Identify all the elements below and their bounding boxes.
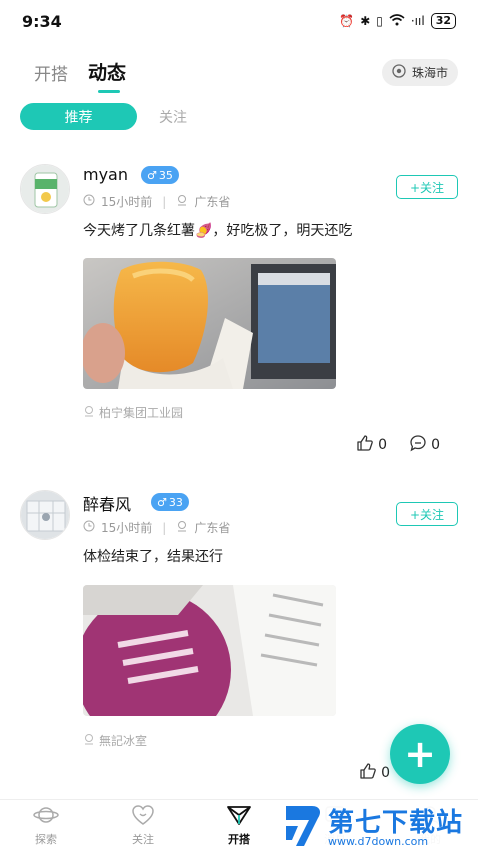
post-meta: 15小时前 | 广东省: [83, 193, 230, 210]
top-tabs: 开搭 动态: [34, 58, 126, 93]
like-button[interactable]: 0: [359, 762, 390, 784]
post-image[interactable]: [83, 585, 336, 716]
nav-label: 开搭: [228, 833, 250, 846]
like-count: 0: [381, 765, 390, 781]
location-label: 珠海市: [411, 66, 448, 80]
planet-icon: [33, 804, 59, 829]
like-count: 0: [378, 437, 388, 453]
like-button[interactable]: 0: [356, 434, 387, 456]
post-meta: 15小时前 | 广东省: [83, 519, 230, 536]
location-pin-icon: [176, 194, 188, 209]
nav-explore[interactable]: 探索: [16, 804, 76, 847]
nav-label: 探索: [35, 833, 57, 846]
post-region: 广东省: [194, 521, 231, 535]
signal-icon: ·ııl: [410, 14, 425, 28]
heart-icon: [131, 804, 155, 829]
post-actions: 0 0: [356, 434, 440, 456]
post-place[interactable]: 無記冰室: [83, 732, 147, 749]
nav-kaida[interactable]: 开搭: [209, 804, 269, 847]
post-text: 今天烤了几条红薯🍠，好吃极了，明天还吃: [83, 223, 353, 239]
location-button[interactable]: 珠海市: [381, 59, 458, 86]
location-pin-icon: [392, 64, 406, 81]
watermark: 第七下载站 www.d7down.com: [282, 800, 478, 850]
avatar[interactable]: [20, 164, 70, 214]
status-icons: ⏰ ✱ ▯ ·ııl 32: [339, 13, 456, 29]
wifi-icon: [389, 13, 405, 29]
level-value: 35: [158, 168, 173, 182]
gender-level-badge: ♂ 35: [141, 166, 179, 184]
bluetooth-icon: ✱: [360, 14, 371, 28]
location-pin-icon: [176, 520, 188, 535]
post-time: 15小时前: [101, 195, 153, 209]
alarm-icon: ⏰: [339, 14, 355, 28]
comment-count: 0: [431, 437, 440, 453]
post-time: 15小时前: [101, 521, 153, 535]
post-place[interactable]: 柏宁集团工业园: [83, 404, 183, 421]
comment-icon: [409, 434, 427, 456]
clock-icon: [83, 194, 95, 209]
sub-tabs: 推荐 关注: [20, 103, 187, 130]
nav-label: 关注: [132, 833, 154, 846]
male-icon: ♂: [147, 168, 157, 182]
follow-button[interactable]: +关注: [396, 502, 458, 526]
comment-button[interactable]: 0: [409, 434, 440, 456]
create-post-button[interactable]: +: [390, 724, 450, 784]
username[interactable]: myan: [83, 165, 128, 184]
gender-level-badge: ♂ 33: [151, 493, 189, 511]
nav-following[interactable]: 关注: [113, 804, 173, 847]
clock-icon: [83, 520, 95, 535]
vibrate-icon: ▯: [376, 14, 383, 28]
male-icon: ♂: [157, 495, 167, 509]
meta-divider: |: [162, 520, 167, 535]
thumb-up-icon: [359, 762, 377, 784]
subtab-following[interactable]: 关注: [159, 107, 187, 127]
paper-plane-icon: [226, 804, 252, 829]
tab-dongtai[interactable]: 动态: [88, 58, 126, 93]
avatar[interactable]: [20, 490, 70, 540]
tab-kaida[interactable]: 开搭: [34, 60, 68, 85]
username[interactable]: 醉春风: [83, 491, 131, 515]
status-time: 9:34: [22, 12, 62, 31]
place-name: 柏宁集团工业园: [99, 406, 184, 420]
watermark-logo-icon: [282, 802, 324, 850]
follow-button[interactable]: +关注: [396, 175, 458, 199]
location-pin-icon: [83, 733, 95, 748]
post-text: 体检结束了，结果还行: [83, 549, 223, 565]
watermark-url: www.d7down.com: [328, 835, 429, 848]
level-value: 33: [168, 495, 183, 509]
status-bar: 9:34 ⏰ ✱ ▯ ·ııl 32: [0, 0, 478, 44]
battery-icon: 32: [430, 13, 456, 29]
location-pin-icon: [83, 405, 95, 420]
subtab-recommend[interactable]: 推荐: [20, 103, 137, 130]
post-actions: 0: [359, 762, 390, 784]
post-region: 广东省: [194, 195, 231, 209]
place-name: 無記冰室: [99, 734, 148, 748]
watermark-title: 第七下载站: [328, 808, 464, 838]
post-image[interactable]: [83, 258, 336, 389]
meta-divider: |: [162, 194, 167, 209]
thumb-up-icon: [356, 434, 374, 456]
